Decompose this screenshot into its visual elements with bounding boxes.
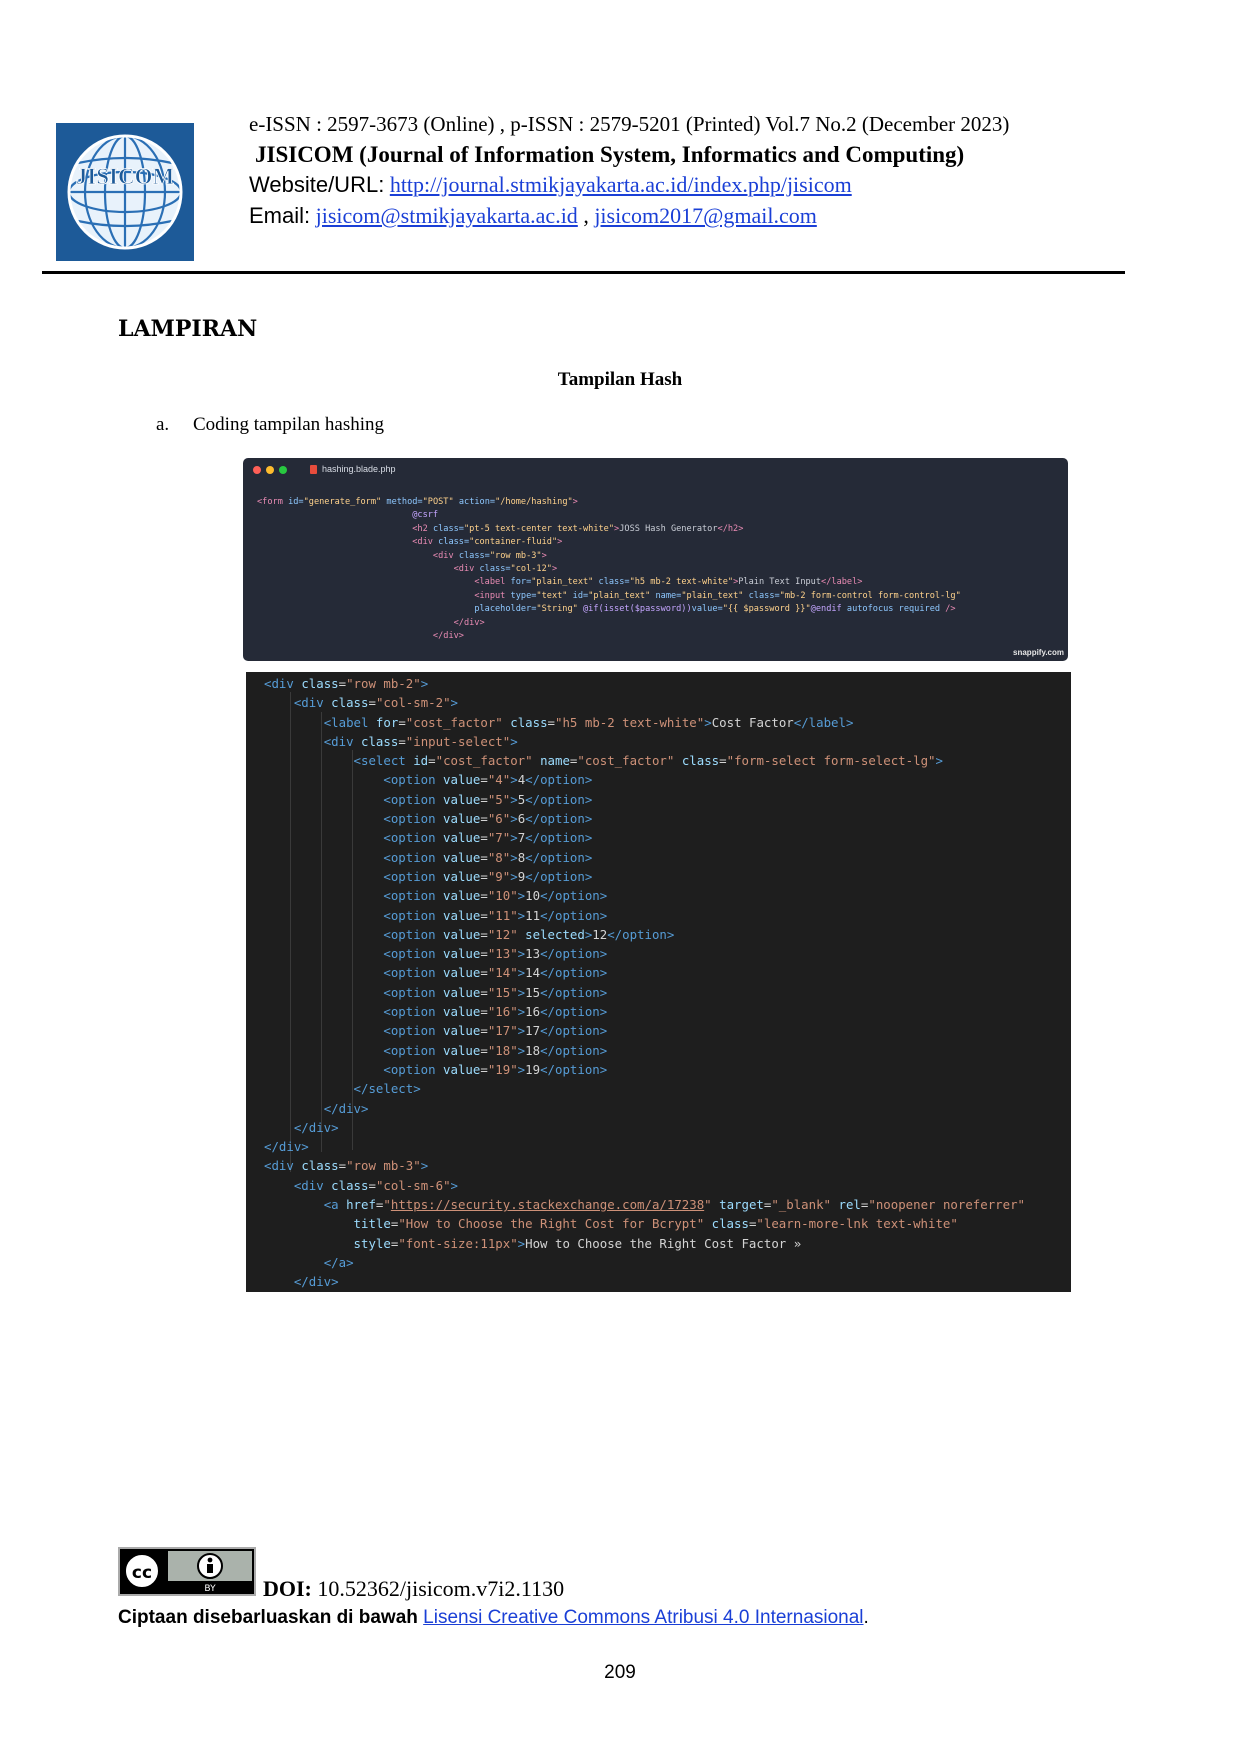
website-link[interactable]: http://journal.stmikjayakarta.ac.id/inde… bbox=[390, 172, 852, 197]
section-heading: LAMPIRAN bbox=[118, 316, 258, 342]
attribution-icon bbox=[207, 1557, 213, 1563]
list-item-marker: a. bbox=[156, 414, 170, 435]
doi-line: DOI: 10.52362/jisicom.v7i2.1130 bbox=[263, 1576, 564, 1602]
email-link-1[interactable]: jisicom@stmikjayakarta.ac.id bbox=[316, 203, 578, 228]
maximize-dot-icon bbox=[279, 466, 287, 474]
creative-commons-badge: cc BY bbox=[118, 1547, 256, 1596]
snappify-watermark: snappify.com bbox=[1013, 648, 1064, 657]
minimize-dot-icon bbox=[266, 466, 274, 474]
license-suffix: . bbox=[863, 1607, 869, 1628]
figure-title: Tampilan Hash bbox=[557, 369, 683, 390]
license-link[interactable]: Lisensi Creative Commons Atribusi 4.0 In… bbox=[423, 1607, 863, 1628]
header-divider bbox=[42, 271, 1125, 274]
email-label: Email: bbox=[249, 203, 311, 228]
email-line: Email: jisicom@stmikjayakarta.ac.id , ji… bbox=[249, 203, 817, 229]
email-link-2[interactable]: jisicom2017@gmail.com bbox=[594, 203, 817, 228]
journal-full-name: (Journal of Information System, Informat… bbox=[359, 142, 965, 167]
license-line: Ciptaan disebarluaskan di bawah Lisensi … bbox=[118, 1607, 869, 1629]
laravel-file-icon bbox=[310, 465, 317, 474]
website-label: Website/URL: bbox=[249, 172, 385, 197]
email-separator: , bbox=[583, 203, 589, 228]
snippet-filename: hashing.blade.php bbox=[322, 464, 396, 474]
page-number: 209 bbox=[604, 1662, 636, 1683]
close-dot-icon bbox=[253, 466, 261, 474]
journal-logo: JISICOM bbox=[56, 123, 194, 261]
code-screenshot-blade-form: hashing.blade.php <form id="generate_for… bbox=[243, 458, 1068, 661]
cc-by-label: BY bbox=[204, 1584, 216, 1594]
list-item-text: Coding tampilan hashing bbox=[193, 414, 385, 435]
license-prefix: Ciptaan disebarluaskan di bawah bbox=[118, 1607, 418, 1628]
doi-value: 10.52362/jisicom.v7i2.1130 bbox=[317, 1576, 565, 1601]
code-block: <div class="row mb-2"> <div class="col-s… bbox=[264, 676, 1026, 1290]
website-line: Website/URL: http://journal.stmikjayakar… bbox=[249, 172, 852, 198]
doi-label: DOI: bbox=[263, 1576, 312, 1601]
logo-text: JISICOM bbox=[76, 164, 175, 189]
window-title-bar: hashing.blade.php bbox=[243, 458, 1068, 482]
cc-icon: cc bbox=[132, 1563, 152, 1583]
issn-line: e-ISSN : 2597-3673 (Online) , p-ISSN : 2… bbox=[249, 112, 1010, 136]
code-block: <form id="generate_form" method="POST" a… bbox=[257, 497, 961, 642]
journal-short-name: JISICOM bbox=[255, 142, 354, 167]
code-screenshot-cost-factor: <div class="row mb-2"> <div class="col-s… bbox=[246, 672, 1071, 1292]
journal-title: JISICOM (Journal of Information System, … bbox=[255, 142, 964, 168]
